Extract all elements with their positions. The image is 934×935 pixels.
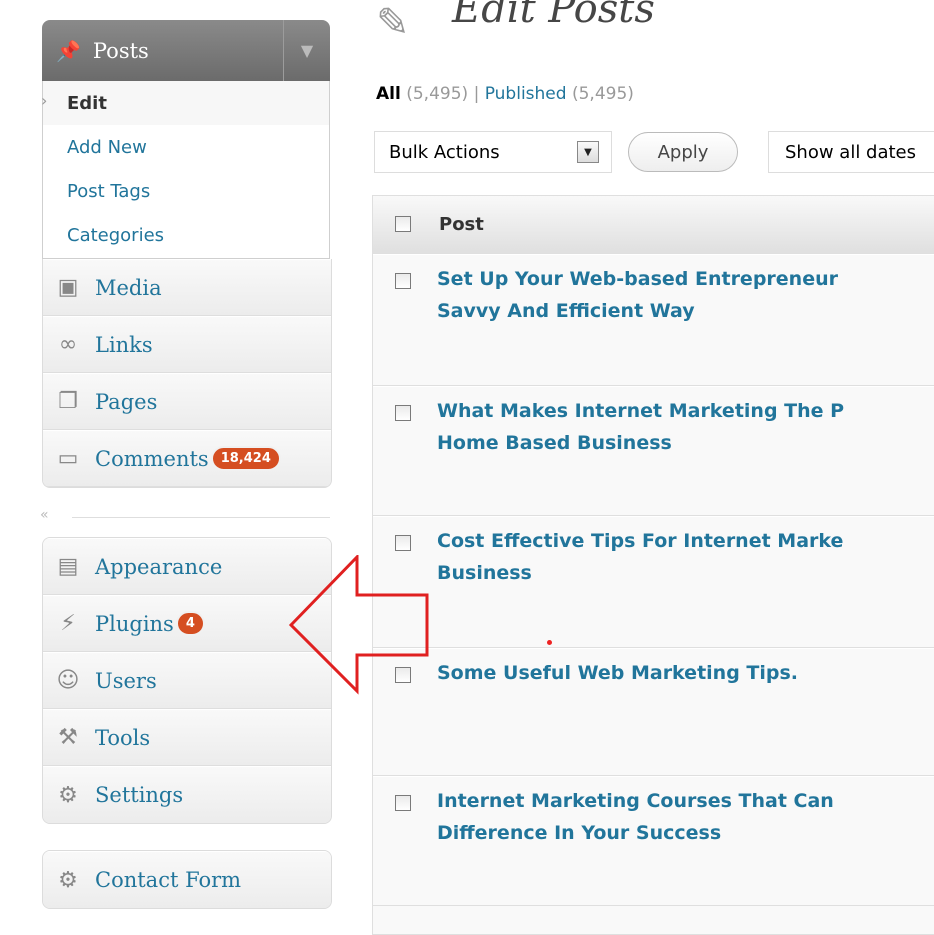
appearance-icon: ▤ <box>57 554 79 579</box>
table-header: Post <box>373 196 934 255</box>
submenu-add-new[interactable]: Add New <box>67 137 147 158</box>
filter-published[interactable]: Published <box>485 84 567 104</box>
sidebar-item-label: Links <box>95 332 153 357</box>
post-title-link[interactable]: Internet Marketing Courses That Can Diff… <box>437 785 934 849</box>
table-row: What Makes Internet Marketing The P Home… <box>373 386 934 516</box>
pushpin-icon: 📌 <box>56 38 81 63</box>
row-checkbox[interactable] <box>395 535 411 551</box>
posts-submenu: › Edit Add New Post Tags Categories <box>41 81 330 259</box>
menu-group-extra: ⚙ Contact Form <box>42 850 332 909</box>
current-indicator-icon: › <box>41 91 48 110</box>
post-title-line: Internet Marketing Courses That Can <box>437 790 834 812</box>
submenu-edit[interactable]: Edit <box>67 93 107 114</box>
post-title-line: Cost Effective Tips For Internet Marke <box>437 530 844 552</box>
sidebar-item-label: Users <box>95 668 157 693</box>
filter-separator: | <box>473 84 480 104</box>
contact-form-icon: ⚙ <box>58 867 78 893</box>
filter-all-count: (5,495) <box>406 84 469 104</box>
select-all-checkbox[interactable] <box>395 216 411 232</box>
posts-page-icon: ✎ <box>376 0 410 46</box>
sidebar-item-label: Tools <box>95 725 151 750</box>
annotation-dot <box>547 640 552 645</box>
filter-all[interactable]: All <box>376 84 401 104</box>
table-row: Internet Marketing Courses That Can Diff… <box>373 776 934 906</box>
sidebar-item-label: Appearance <box>95 554 223 579</box>
plugins-count-badge: 4 <box>175 611 205 636</box>
filter-published-count: (5,495) <box>571 84 634 104</box>
post-title-link[interactable]: What Makes Internet Marketing The P Home… <box>437 395 934 459</box>
sidebar-item-label: Media <box>95 275 162 300</box>
settings-icon: ⚙ <box>58 782 78 808</box>
plugins-icon: ⚡ <box>60 611 76 636</box>
status-filter-links: All (5,495) | Published (5,495) <box>376 84 634 104</box>
post-title-line: Home Based Business <box>437 432 672 454</box>
sidebar-item-label: Posts <box>92 38 149 63</box>
post-title-line: Business <box>437 562 532 584</box>
comments-icon: ▭ <box>57 446 79 471</box>
sidebar-item-contact-form[interactable]: ⚙ Contact Form <box>43 851 331 908</box>
row-checkbox[interactable] <box>395 273 411 289</box>
table-row: Set Up Your Web-based Entrepreneur Savvy… <box>373 254 934 386</box>
row-checkbox[interactable] <box>395 795 411 811</box>
comments-count-badge: 18,424 <box>210 446 281 471</box>
annotation-arrow <box>288 555 429 695</box>
post-title-line: Set Up Your Web-based Entrepreneur <box>437 268 838 290</box>
post-title-line: Savvy And Efficient Way <box>437 300 695 322</box>
table-row: Cost Effective Tips For Internet Marke B… <box>373 516 934 648</box>
bulk-actions-select[interactable]: Bulk Actions ▼ <box>374 131 612 173</box>
tools-icon: ⚒ <box>58 725 78 750</box>
sidebar-item-posts[interactable]: 📌 Posts ▼ <box>42 20 330 81</box>
post-title-line: Difference In Your Success <box>437 822 722 844</box>
page-title: Edit Posts <box>452 0 655 32</box>
submenu-categories[interactable]: Categories <box>67 225 164 246</box>
sidebar-item-media[interactable]: ▣ Media <box>43 259 331 316</box>
post-title-link[interactable]: Some Useful Web Marketing Tips. <box>437 657 934 689</box>
sidebar-item-tools[interactable]: ⚒ Tools <box>43 709 331 766</box>
sidebar-item-links[interactable]: ∞ Links <box>43 316 331 373</box>
post-title-link[interactable]: Set Up Your Web-based Entrepreneur Savvy… <box>437 263 934 327</box>
submenu-post-tags[interactable]: Post Tags <box>67 181 150 202</box>
sidebar-item-label: Pages <box>95 389 158 414</box>
menu-group-content: ▣ Media ∞ Links ❐ Pages ▭ Comments 18,42… <box>42 259 332 488</box>
sidebar-item-pages[interactable]: ❐ Pages <box>43 373 331 430</box>
sidebar-item-label: Plugins <box>95 611 174 636</box>
post-title-link[interactable]: Cost Effective Tips For Internet Marke B… <box>437 525 934 589</box>
column-header-post[interactable]: Post <box>439 214 484 235</box>
sidebar-item-settings[interactable]: ⚙ Settings <box>43 766 331 823</box>
sidebar-item-label: Comments <box>95 446 209 471</box>
sidebar-item-label: Settings <box>95 783 184 807</box>
table-row: Some Useful Web Marketing Tips. <box>373 648 934 776</box>
apply-button[interactable]: Apply <box>628 132 738 172</box>
sidebar-item-label: Contact Form <box>95 868 242 892</box>
media-icon: ▣ <box>57 275 79 300</box>
posts-table: Post Set Up Your Web-based Entrepreneur … <box>372 195 934 935</box>
dropdown-arrow-icon[interactable]: ▼ <box>577 141 599 163</box>
post-title-line: What Makes Internet Marketing The P <box>437 400 845 422</box>
post-title-line: Some Useful Web Marketing Tips. <box>437 662 799 684</box>
row-checkbox[interactable] <box>395 405 411 421</box>
dates-filter-select[interactable]: Show all dates <box>768 131 934 173</box>
pages-icon: ❐ <box>58 389 78 414</box>
menu-separator <box>72 517 330 518</box>
bulk-actions-value: Bulk Actions <box>389 141 500 163</box>
chevron-down-icon[interactable]: ▼ <box>283 20 330 81</box>
users-icon: ☺ <box>56 668 80 693</box>
sidebar-item-comments[interactable]: ▭ Comments 18,424 <box>43 430 331 487</box>
collapse-menu-icon[interactable]: « <box>40 507 49 523</box>
links-icon: ∞ <box>58 332 78 357</box>
